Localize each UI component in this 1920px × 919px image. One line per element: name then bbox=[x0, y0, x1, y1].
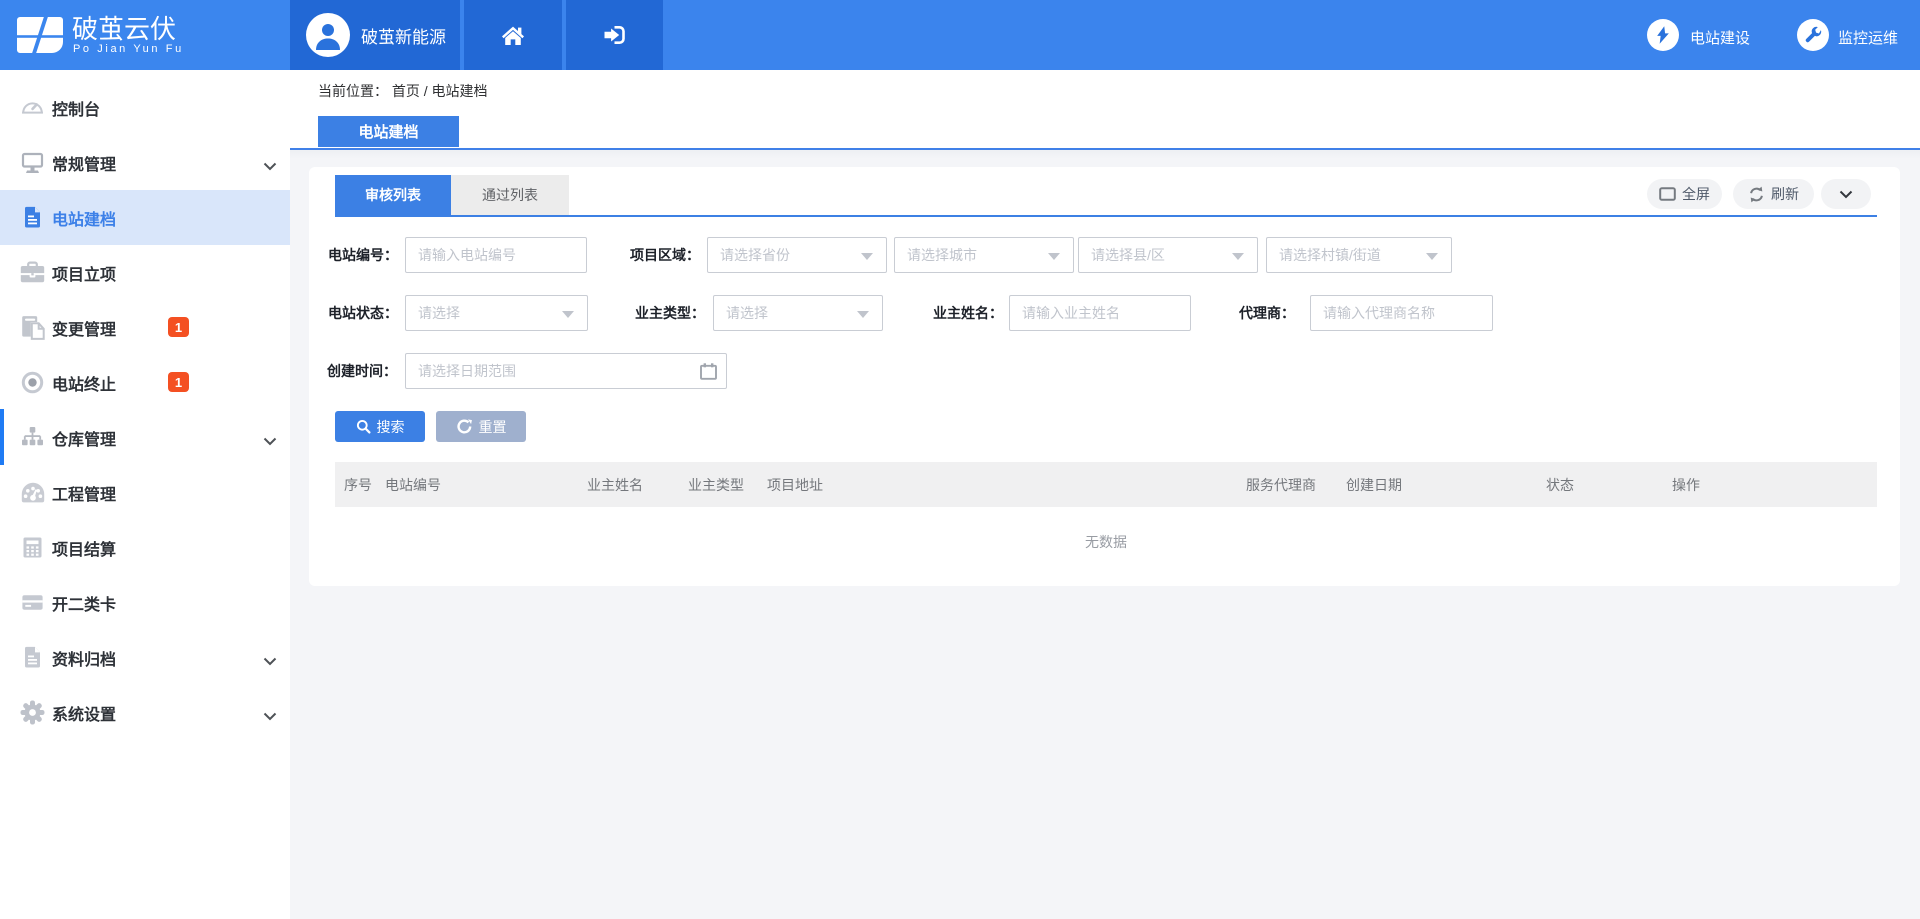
svg-text:Po Jian Yun Fu: Po Jian Yun Fu bbox=[73, 43, 184, 55]
svg-text:破茧云伏: 破茧云伏 bbox=[72, 14, 176, 44]
